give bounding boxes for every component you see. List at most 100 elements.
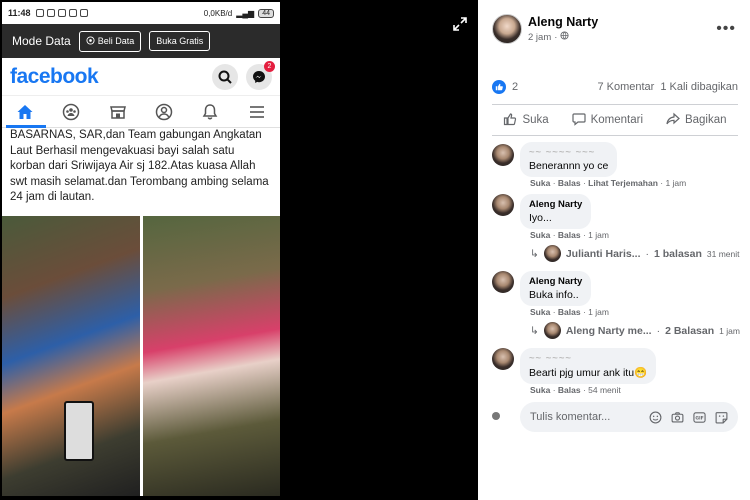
gif-icon[interactable]: GIF — [693, 411, 706, 424]
comment-reply-link[interactable]: Balas — [558, 230, 581, 240]
author-avatar[interactable] — [492, 14, 522, 44]
broadcast-icon — [86, 35, 95, 47]
post-time: 2 jam · — [528, 31, 569, 43]
expand-icon[interactable] — [452, 16, 468, 32]
comment-translate-link[interactable]: Lihat Terjemahan — [588, 178, 658, 188]
commenter-avatar[interactable] — [492, 144, 514, 166]
facebook-header: facebook 2 — [2, 58, 280, 96]
commenter-name[interactable]: ~~ ~~~~ ~~~ — [529, 147, 608, 158]
active-tab-indicator — [6, 125, 46, 128]
comment-input-placeholder: Tulis komentar... — [530, 411, 611, 423]
commenter-avatar[interactable] — [492, 348, 514, 370]
messenger-icon[interactable]: 2 — [246, 60, 275, 90]
reply-arrow-icon: ↳ — [530, 247, 539, 260]
comment-time[interactable]: 1 jam — [588, 230, 609, 240]
share-label: Bagikan — [684, 114, 727, 126]
search-icon[interactable] — [212, 63, 238, 90]
comment-bubble: ~~ ~~~~ Bearti pjg umur ank itu😁 — [520, 348, 657, 384]
menu-icon[interactable] — [242, 97, 272, 127]
comment-meta: Suka · Balas · 1 jam — [530, 230, 609, 240]
comment-text: Buka info.. — [529, 289, 579, 301]
reply-count: 1 balasan — [654, 247, 702, 260]
battery-icon: 44 — [258, 8, 274, 18]
messenger-badge: 2 — [264, 60, 275, 72]
commenter-name[interactable]: Aleng Narty — [529, 276, 582, 287]
reply-count: 2 Balasan — [665, 324, 715, 337]
comment-count[interactable]: 7 Komentar — [597, 81, 654, 93]
comment-time[interactable]: 54 menit — [588, 385, 621, 395]
home-icon[interactable] — [10, 97, 40, 127]
signal-icon: ▂▄▆ — [236, 8, 255, 18]
comment-time[interactable]: 1 jam — [665, 178, 686, 188]
post-header: Aleng Narty 2 jam · ••• — [478, 0, 750, 60]
more-options-icon[interactable]: ••• — [716, 20, 736, 38]
comment-like-link[interactable]: Suka — [530, 385, 550, 395]
status-time: 11:48 — [8, 8, 31, 18]
replier-name: Aleng Narty me... — [565, 324, 652, 337]
comment-text: Benerannn yo ce — [529, 160, 609, 172]
comment-like-link[interactable]: Suka — [530, 307, 550, 317]
reactions-summary: 2 7 Komentar 1 Kali dibagikan — [492, 80, 738, 94]
view-replies-link[interactable]: ↳ Julianti Haris... · 1 balasan 31 menit — [530, 245, 740, 262]
reply-time: 31 menit — [706, 248, 740, 259]
comment-like-link[interactable]: Suka — [530, 178, 550, 188]
data-rate: 0,0KB/d — [203, 8, 233, 18]
groups-icon[interactable] — [56, 97, 86, 127]
post-side-panel: Aleng Narty 2 jam · ••• 2 7 Komentar 1 K… — [478, 0, 750, 500]
view-replies-link[interactable]: ↳ Aleng Narty me... · 2 Balasan 1 jam — [530, 322, 740, 339]
status-bar: 11:48 0,0KB/d ▂▄▆ 44 — [2, 2, 280, 24]
phone-screenshot: 11:48 0,0KB/d ▂▄▆ 44 Mode Data Beli Data… — [2, 2, 280, 496]
comment-reply-link[interactable]: Balas — [558, 178, 581, 188]
author-name[interactable]: Aleng Narty — [528, 15, 598, 29]
camera-icon[interactable] — [671, 411, 684, 424]
comment-meta: Suka · Balas · 54 menit — [530, 385, 621, 395]
commenter-avatar[interactable] — [492, 271, 514, 293]
mode-data-bar: Mode Data Beli Data Buka Gratis — [2, 24, 280, 58]
post-action-bar: Suka Komentari Bagikan — [492, 104, 738, 136]
replier-name: Julianti Haris... — [565, 247, 641, 260]
open-free-button[interactable]: Buka Gratis — [149, 31, 211, 51]
commenter-avatar[interactable] — [492, 194, 514, 216]
sticker-icon[interactable] — [715, 411, 728, 424]
mode-title: Mode Data — [12, 34, 71, 48]
comment-time[interactable]: 1 jam — [588, 307, 609, 317]
thumbs-up-icon — [503, 112, 517, 129]
post-text: BASARNAS, SAR,dan Team gabungan Angkatan… — [10, 129, 269, 203]
share-count[interactable]: 1 Kali dibagikan — [660, 81, 738, 93]
buy-data-label: Beli Data — [97, 36, 135, 46]
svg-text:GIF: GIF — [695, 415, 703, 421]
share-button[interactable]: Bagikan — [666, 112, 727, 129]
rescue-photo-left — [2, 216, 140, 496]
notification-icons — [35, 9, 88, 17]
comment-button[interactable]: Komentari — [571, 112, 643, 129]
emoji-icon[interactable] — [649, 411, 662, 424]
commenter-name[interactable]: Aleng Narty — [529, 199, 582, 210]
profile-icon[interactable] — [149, 97, 179, 127]
own-avatar — [492, 412, 500, 420]
reply-arrow-icon: ↳ — [530, 324, 539, 337]
comment-reply-link[interactable]: Balas — [558, 385, 581, 395]
post-time-label[interactable]: 2 jam — [528, 32, 551, 43]
comment-text: Bearti pjg umur ank itu😁 — [529, 367, 648, 379]
notifications-bell-icon[interactable] — [195, 97, 225, 127]
comment-reply-link[interactable]: Balas — [558, 307, 581, 317]
like-reaction-icon — [492, 80, 506, 94]
reaction-count[interactable]: 2 — [512, 81, 518, 93]
globe-icon — [560, 31, 569, 43]
replier-avatar — [543, 245, 561, 262]
share-arrow-icon — [666, 112, 680, 129]
facebook-logo: facebook — [10, 64, 99, 88]
commenter-name[interactable]: ~~ ~~~~ — [529, 353, 647, 364]
photo-phone-shape — [64, 401, 94, 461]
comment-input[interactable]: Tulis komentar... GIF — [520, 402, 738, 432]
comment-composer: Tulis komentar... GIF — [492, 402, 738, 432]
facebook-nav — [2, 96, 280, 128]
comment-like-link[interactable]: Suka — [530, 230, 550, 240]
comment-meta: Suka · Balas · 1 jam — [530, 307, 609, 317]
like-button[interactable]: Suka — [503, 112, 549, 129]
replier-avatar — [543, 322, 561, 339]
buy-data-button[interactable]: Beli Data — [78, 30, 142, 52]
comment-bubble: Aleng Narty Buka info.. — [520, 271, 592, 306]
comment-text: Iyo... — [529, 212, 552, 224]
marketplace-icon[interactable] — [103, 97, 133, 127]
